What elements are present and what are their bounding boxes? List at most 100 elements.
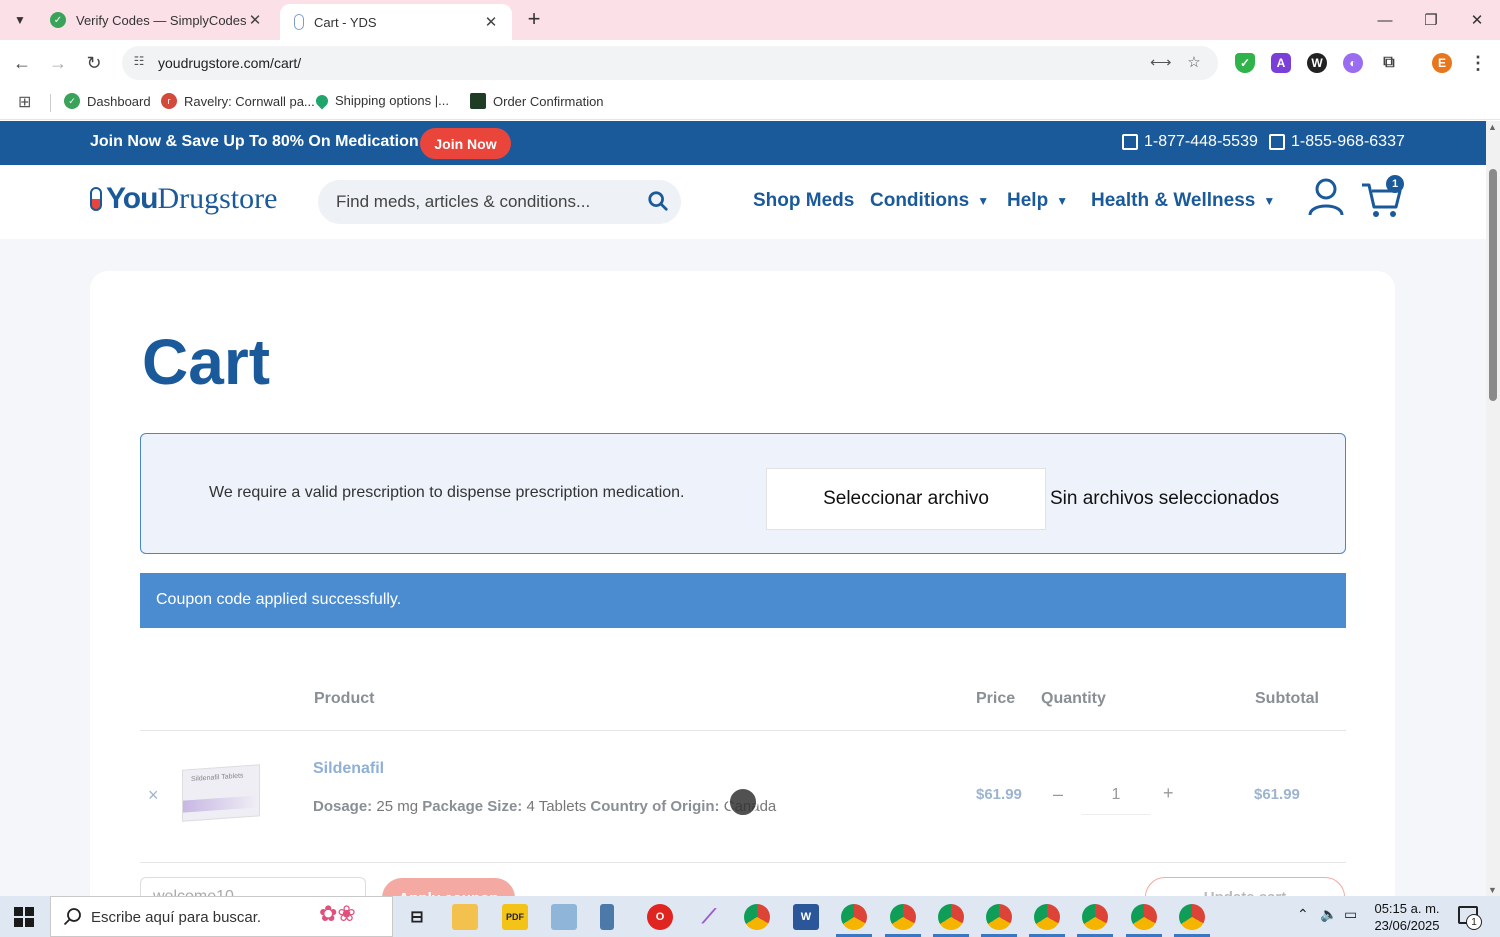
phone-number-1[interactable]: 1-877-448-5539 xyxy=(1122,133,1258,151)
tray-chevron-up-icon[interactable]: ⌃ xyxy=(1297,906,1309,923)
phone-number-2[interactable]: 1-855-968-6337 xyxy=(1269,133,1405,151)
bookmark-order-confirmation[interactable]: Order Confirmation xyxy=(470,93,604,109)
bookmark-shipping[interactable]: Shipping options |... xyxy=(313,92,449,109)
browser-menu-icon[interactable]: ⋮ xyxy=(1468,53,1488,73)
column-header-product: Product xyxy=(314,690,375,707)
quantity-input[interactable] xyxy=(1081,775,1151,815)
shield-extension-icon[interactable]: ✓ xyxy=(1235,53,1255,73)
page-scrollbar[interactable]: ▲ ▼ xyxy=(1486,121,1500,896)
tab-search-chevron-icon[interactable]: ▼ xyxy=(6,6,34,34)
back-button[interactable]: ← xyxy=(8,49,36,77)
profile-avatar[interactable]: E xyxy=(1432,53,1452,73)
forward-button[interactable]: → xyxy=(44,49,72,77)
yds-favicon-icon xyxy=(294,14,304,30)
chrome-profile-icon[interactable] xyxy=(1131,904,1157,930)
purple-extension-icon[interactable]: ◐ xyxy=(1343,53,1363,73)
scroll-up-icon[interactable]: ▲ xyxy=(1488,122,1497,132)
nav-conditions[interactable]: Conditions ▼ xyxy=(870,190,989,212)
product-attributes: Dosage: 25 mg Package Size: 4 Tablets Co… xyxy=(313,798,776,815)
cart-count-badge: 1 xyxy=(1386,175,1404,193)
flowers-icon: ✿❀ xyxy=(319,901,356,926)
nav-label: Help xyxy=(1007,190,1049,211)
windows-start-icon[interactable] xyxy=(14,907,34,927)
word-icon[interactable]: W xyxy=(793,904,819,930)
new-tab-button[interactable]: + xyxy=(520,6,548,34)
droplet-favicon-icon xyxy=(313,92,331,109)
chrome-profile-icon[interactable] xyxy=(1034,904,1060,930)
opera-icon[interactable]: O xyxy=(647,904,673,930)
bookmark-dashboard[interactable]: ✓ Dashboard xyxy=(64,93,151,109)
scrollbar-thumb[interactable] xyxy=(1489,169,1497,401)
origin-label: Country of Origin: xyxy=(590,798,720,815)
site-info-icon[interactable]: ☷ xyxy=(130,54,148,72)
bookmark-ravelry[interactable]: r Ravelry: Cornwall pa... xyxy=(161,93,315,109)
prescription-upload-box: We require a valid prescription to dispe… xyxy=(140,433,1346,554)
product-name-link[interactable]: Sildenafil xyxy=(313,760,384,778)
chrome-profile-icon[interactable] xyxy=(890,904,916,930)
item-price: $61.99 xyxy=(976,786,1022,803)
bookmark-star-icon[interactable]: ☆ xyxy=(1184,53,1204,73)
restore-button[interactable]: ❐ xyxy=(1408,0,1454,40)
taskbar-search[interactable]: Escribe aquí para buscar. ✿❀ xyxy=(50,896,393,937)
account-icon[interactable] xyxy=(1307,177,1345,217)
bookmark-label: Shipping options |... xyxy=(335,93,449,108)
close-tab-icon[interactable]: ✕ xyxy=(482,13,500,31)
dashboard-favicon-icon: ✓ xyxy=(64,93,80,109)
promo-bar: Join Now & Save Up To 80% On Medication … xyxy=(0,121,1486,165)
url-text[interactable]: youdrugstore.com/cart/ xyxy=(158,55,301,71)
remove-item-button[interactable]: × xyxy=(148,785,159,806)
address-bar[interactable]: ☷ youdrugstore.com/cart/ ⟷ ☆ xyxy=(122,46,1218,80)
chrome-profile-icon[interactable] xyxy=(841,904,867,930)
tab-simplycodes[interactable]: ✓ Verify Codes — SimplyCodes ✕ xyxy=(36,0,276,40)
browser-toolbar: ← → ↻ ☷ youdrugstore.com/cart/ ⟷ ☆ ✓ A W… xyxy=(0,40,1500,86)
a-extension-icon[interactable]: A xyxy=(1271,53,1291,73)
nav-help[interactable]: Help ▼ xyxy=(1007,190,1068,212)
close-window-button[interactable]: ✕ xyxy=(1454,0,1500,40)
pdf-app-icon[interactable]: PDF xyxy=(502,904,528,930)
pen-app-icon[interactable]: ⟋ xyxy=(696,904,722,930)
page-title: Cart xyxy=(142,326,271,398)
chrome-profile-icon[interactable] xyxy=(938,904,964,930)
choose-file-button[interactable]: Seleccionar archivo xyxy=(766,468,1046,530)
chrome-profile-icon[interactable] xyxy=(1082,904,1108,930)
search-icon[interactable] xyxy=(647,190,669,212)
apps-grid-icon[interactable]: ⊞ xyxy=(18,92,31,112)
close-tab-icon[interactable]: ✕ xyxy=(246,11,264,29)
pill-logo-icon xyxy=(90,187,102,211)
file-status: Sin archivos seleccionados xyxy=(1050,488,1280,509)
extensions-puzzle-icon[interactable]: ⧉ xyxy=(1379,53,1399,73)
volume-icon[interactable]: 🔈 xyxy=(1320,906,1337,923)
quantity-decrease-button[interactable]: – xyxy=(1053,784,1063,805)
network-icon[interactable]: ▭ xyxy=(1344,906,1357,923)
bookmark-label: Dashboard xyxy=(87,93,151,109)
tab-cart-yds[interactable]: Cart - YDS ✕ xyxy=(280,4,512,40)
search-icon xyxy=(63,908,81,926)
browser-tab-strip: ▼ ✓ Verify Codes — SimplyCodes ✕ Cart - … xyxy=(0,0,1500,40)
task-view-icon[interactable]: ⊟ xyxy=(404,904,430,930)
chrome-profile-icon[interactable] xyxy=(986,904,1012,930)
app-icon[interactable] xyxy=(600,904,614,930)
translate-icon[interactable]: ⟷ xyxy=(1150,53,1172,73)
chrome-icon[interactable] xyxy=(744,904,770,930)
app-icon[interactable] xyxy=(551,904,577,930)
minimize-button[interactable]: — xyxy=(1362,0,1408,40)
package-size-label: Package Size: xyxy=(422,798,523,815)
quantity-increase-button[interactable]: + xyxy=(1163,783,1174,804)
nav-health-wellness[interactable]: Health & Wellness ▼ xyxy=(1091,190,1275,212)
taskbar-clock[interactable]: 05:15 a. m. 23/06/2025 xyxy=(1362,900,1452,934)
bookmarks-bar: ⊞ ✓ Dashboard r Ravelry: Cornwall pa... … xyxy=(0,86,1500,120)
file-explorer-icon[interactable] xyxy=(452,904,478,930)
w-extension-icon[interactable]: W xyxy=(1307,53,1327,73)
tab-title: Verify Codes — SimplyCodes xyxy=(76,12,246,28)
youdrugstore-logo[interactable]: You Drugstore xyxy=(90,182,277,216)
join-now-button[interactable]: Join Now xyxy=(420,128,511,159)
chevron-down-icon: ▼ xyxy=(1263,194,1276,208)
search-input[interactable] xyxy=(336,190,636,214)
product-thumbnail[interactable]: Sildenafil Tablets xyxy=(182,764,260,822)
nav-shop-meds[interactable]: Shop Meds xyxy=(753,190,854,212)
site-search xyxy=(318,180,681,224)
reload-button[interactable]: ↻ xyxy=(80,49,108,77)
scroll-down-icon[interactable]: ▼ xyxy=(1488,885,1497,895)
chrome-profile-icon[interactable] xyxy=(1179,904,1205,930)
divider xyxy=(140,862,1346,863)
